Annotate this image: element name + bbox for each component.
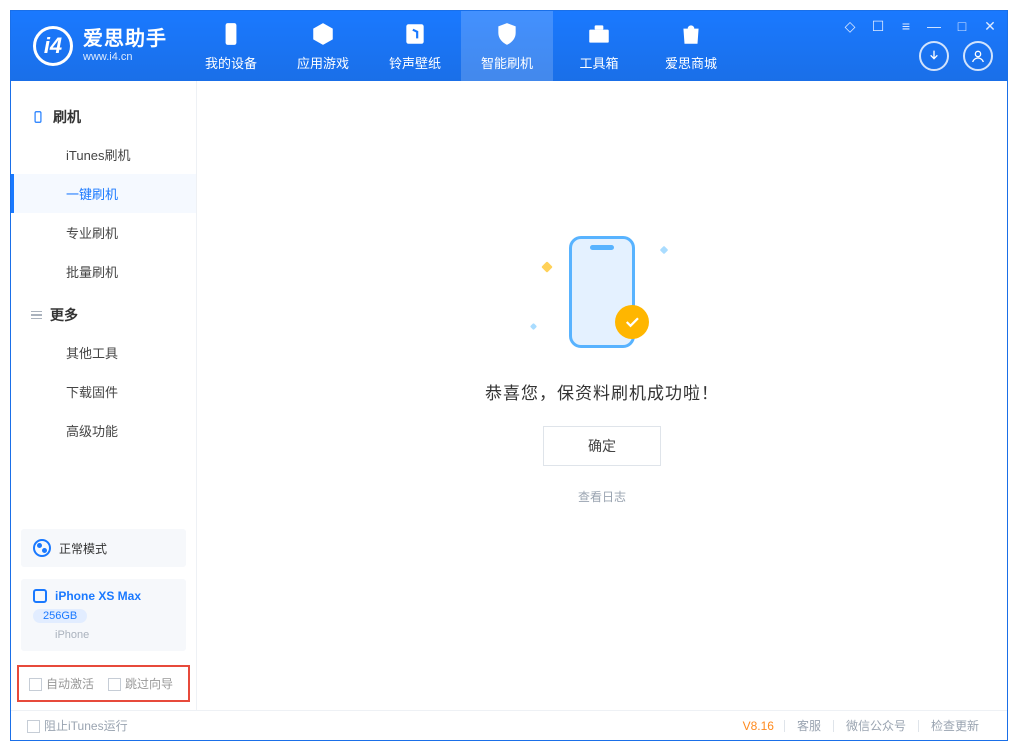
tab-apps-games[interactable]: 应用游戏 (277, 11, 369, 81)
tab-label: 爱思商城 (665, 53, 717, 72)
shirt-icon[interactable]: ◇ (843, 19, 857, 33)
version-label: V8.16 (743, 719, 784, 733)
mode-label: 正常模式 (59, 540, 107, 557)
option-label: 自动激活 (46, 677, 94, 691)
maximize-button[interactable]: □ (955, 19, 969, 33)
toolbox-icon (586, 21, 612, 47)
mode-panel[interactable]: 正常模式 (21, 529, 186, 567)
sparkle-icon (660, 245, 668, 253)
tab-store[interactable]: 爱思商城 (645, 11, 737, 81)
mode-icon (33, 539, 51, 557)
menu-lines-icon (31, 311, 42, 320)
sidebar-head-more: 更多 (11, 297, 196, 333)
minimize-button[interactable]: — (927, 19, 941, 33)
body: 刷机 iTunes刷机 一键刷机 专业刷机 批量刷机 更多 其他工具 下载固件 … (11, 81, 1007, 710)
success-message: 恭喜您，保资料刷机成功啦！ (485, 379, 719, 404)
footer: 阻止iTunes运行 V8.16 客服 微信公众号 检查更新 (11, 710, 1007, 740)
sidebar-item-one-click-flash[interactable]: 一键刷机 (11, 174, 196, 213)
sidebar-item-other-tools[interactable]: 其他工具 (11, 333, 196, 372)
sidebar-item-itunes-flash[interactable]: iTunes刷机 (11, 135, 196, 174)
footer-link-support[interactable]: 客服 (785, 717, 833, 734)
nav-tabs: 我的设备 应用游戏 铃声壁纸 智能刷机 工具箱 爱思商城 (185, 11, 737, 81)
sidebar-head-flash: 刷机 (11, 99, 196, 135)
checkbox-skip-guide[interactable]: 跳过向导 (108, 675, 173, 692)
tab-label: 智能刷机 (481, 53, 533, 72)
footer-link-check-update[interactable]: 检查更新 (919, 717, 991, 734)
shield-refresh-icon (494, 21, 520, 47)
menu-icon[interactable]: ≡ (899, 19, 913, 33)
sidebar-group-more: 更多 其他工具 下载固件 高级功能 (11, 297, 196, 456)
checkbox-auto-activate[interactable]: 自动激活 (29, 675, 94, 692)
tab-smart-flash[interactable]: 智能刷机 (461, 11, 553, 81)
app-window: i4 爱思助手 www.i4.cn 我的设备 应用游戏 铃声壁纸 智能刷机 (10, 10, 1008, 741)
lock-icon[interactable]: ☐ (871, 19, 885, 33)
window-controls: ◇ ☐ ≡ — □ ✕ (843, 19, 997, 33)
tab-ringtones-wallpapers[interactable]: 铃声壁纸 (369, 11, 461, 81)
sidebar-item-advanced[interactable]: 高级功能 (11, 411, 196, 450)
tab-my-device[interactable]: 我的设备 (185, 11, 277, 81)
tab-label: 工具箱 (579, 53, 618, 72)
tab-label: 铃声壁纸 (389, 53, 441, 72)
close-button[interactable]: ✕ (983, 19, 997, 33)
sidebar-item-batch-flash[interactable]: 批量刷机 (11, 252, 196, 291)
logo-icon: i4 (33, 26, 73, 66)
tab-label: 我的设备 (205, 53, 257, 72)
device-type: iPhone (33, 629, 89, 641)
titlebar: i4 爱思助手 www.i4.cn 我的设备 应用游戏 铃声壁纸 智能刷机 (11, 11, 1007, 81)
option-label: 跳过向导 (125, 677, 173, 691)
sidebar-item-pro-flash[interactable]: 专业刷机 (11, 213, 196, 252)
device-name: iPhone XS Max (55, 589, 141, 603)
sparkle-icon (541, 261, 552, 272)
checkbox-block-itunes[interactable]: 阻止iTunes运行 (27, 717, 128, 734)
check-badge-icon (615, 305, 649, 339)
tab-label: 应用游戏 (297, 53, 349, 72)
sidebar-title: 更多 (50, 305, 78, 325)
download-button[interactable] (919, 41, 949, 71)
device-capacity: 256GB (33, 609, 87, 623)
bag-icon (678, 21, 704, 47)
sparkle-icon (530, 322, 537, 329)
sidebar: 刷机 iTunes刷机 一键刷机 专业刷机 批量刷机 更多 其他工具 下载固件 … (11, 81, 197, 710)
app-url: www.i4.cn (83, 51, 167, 64)
ok-button[interactable]: 确定 (543, 426, 661, 466)
logo: i4 爱思助手 www.i4.cn (11, 26, 185, 66)
options-row: 自动激活 跳过向导 (17, 665, 190, 702)
phone-outline-icon (31, 110, 45, 124)
account-button[interactable] (963, 41, 993, 71)
phone-icon (33, 589, 47, 603)
music-icon (402, 21, 428, 47)
sidebar-item-download-firmware[interactable]: 下载固件 (11, 372, 196, 411)
header-actions (919, 41, 993, 71)
sidebar-title: 刷机 (53, 107, 81, 127)
cube-icon (310, 21, 336, 47)
device-panel[interactable]: iPhone XS Max 256GB iPhone (21, 579, 186, 651)
success-illustration (527, 227, 677, 357)
content-area: 恭喜您，保资料刷机成功啦！ 确定 查看日志 (197, 81, 1007, 710)
tab-toolbox[interactable]: 工具箱 (553, 11, 645, 81)
view-log-link[interactable]: 查看日志 (578, 488, 626, 505)
app-name: 爱思助手 (83, 28, 167, 51)
download-icon (926, 48, 942, 64)
device-icon (218, 21, 244, 47)
sidebar-group-flash: 刷机 iTunes刷机 一键刷机 专业刷机 批量刷机 (11, 99, 196, 297)
user-icon (970, 48, 986, 64)
footer-link-wechat[interactable]: 微信公众号 (834, 717, 918, 734)
